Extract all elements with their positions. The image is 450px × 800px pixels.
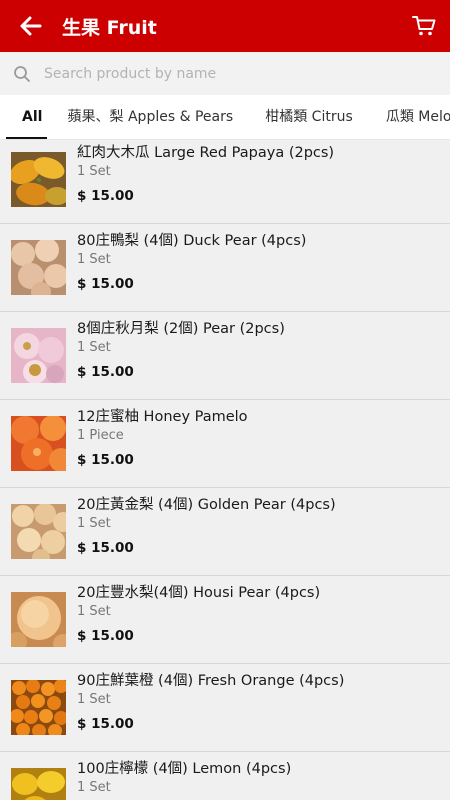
product-price: $ 15.00 [77, 364, 134, 380]
product-item[interactable]: 90庄鮮葉橙 (4個) Fresh Orange (4pcs) 1 Set $ … [0, 665, 450, 752]
search-bar [0, 52, 450, 95]
product-unit: 1 Set [77, 692, 111, 707]
page-title: 生果 Fruit [62, 16, 157, 39]
product-item[interactable]: 100庄檸檬 (4個) Lemon (4pcs) 1 Set [0, 753, 450, 800]
product-name: 20庄黃金梨 (4個) Golden Pear (4pcs) [77, 497, 336, 513]
tab-citrus[interactable]: 柑橘類 Citrus [249, 95, 364, 139]
product-unit: 1 Set [77, 164, 111, 179]
product-name: 8個庄秋月梨 (2個) Pear (2pcs) [77, 321, 285, 337]
product-unit: 1 Piece [77, 428, 124, 443]
arrow-left-icon [20, 16, 42, 36]
product-item[interactable]: 12庄蜜柚 Honey Pamelo 1 Piece $ 15.00 [0, 401, 450, 488]
cart-icon [412, 16, 436, 36]
product-item[interactable]: 20庄豐水梨(4個) Housi Pear (4pcs) 1 Set $ 15.… [0, 577, 450, 664]
search-input[interactable] [44, 65, 450, 82]
product-price: $ 15.00 [77, 628, 134, 644]
product-name: 12庄蜜柚 Honey Pamelo [77, 409, 248, 425]
product-image-housi-pear [11, 592, 66, 647]
back-button[interactable] [0, 0, 62, 52]
product-name: 100庄檸檬 (4個) Lemon (4pcs) [77, 761, 292, 777]
product-unit: 1 Set [77, 780, 111, 795]
category-tabs: All 蘋果、梨 Apples & Pears 柑橘類 Citrus 瓜類 Me… [0, 95, 450, 140]
tab-apples-pears[interactable]: 蘋果、梨 Apples & Pears [59, 95, 245, 139]
product-name: 20庄豐水梨(4個) Housi Pear (4pcs) [77, 585, 321, 601]
product-unit: 1 Set [77, 252, 111, 267]
product-price: $ 15.00 [77, 716, 134, 732]
product-item[interactable]: 20庄黃金梨 (4個) Golden Pear (4pcs) 1 Set $ 1… [0, 489, 450, 576]
product-image-orange [11, 680, 66, 735]
cart-button[interactable] [398, 0, 450, 52]
search-icon[interactable] [0, 52, 44, 95]
product-image-lemon [11, 768, 66, 800]
product-unit: 1 Set [77, 604, 111, 619]
product-price: $ 15.00 [77, 188, 134, 204]
tab-all[interactable]: All [0, 95, 53, 139]
product-name: 80庄鴨梨 (4個) Duck Pear (4pcs) [77, 233, 307, 249]
product-price: $ 15.00 [77, 540, 134, 556]
product-item[interactable]: 紅肉大木瓜 Large Red Papaya (2pcs) 1 Set $ 15… [0, 140, 450, 224]
product-name: 紅肉大木瓜 Large Red Papaya (2pcs) [77, 145, 335, 161]
product-unit: 1 Set [77, 340, 111, 355]
product-name: 90庄鮮葉橙 (4個) Fresh Orange (4pcs) [77, 673, 345, 689]
product-image-pomelo [11, 416, 66, 471]
product-price: $ 15.00 [77, 276, 134, 292]
product-item[interactable]: 8個庄秋月梨 (2個) Pear (2pcs) 1 Set $ 15.00 [0, 313, 450, 400]
tab-melons[interactable]: 瓜類 Melons [369, 95, 450, 139]
product-price: $ 15.00 [77, 452, 134, 468]
product-image-autumn-pear [11, 328, 66, 383]
product-image-golden-pear [11, 504, 66, 559]
app-bar: 生果 Fruit [0, 0, 450, 52]
product-list: 紅肉大木瓜 Large Red Papaya (2pcs) 1 Set $ 15… [0, 140, 450, 800]
product-unit: 1 Set [77, 516, 111, 531]
product-image-papaya [11, 152, 66, 207]
product-image-duck-pear [11, 240, 66, 295]
product-item[interactable]: 80庄鴨梨 (4個) Duck Pear (4pcs) 1 Set $ 15.0… [0, 225, 450, 312]
